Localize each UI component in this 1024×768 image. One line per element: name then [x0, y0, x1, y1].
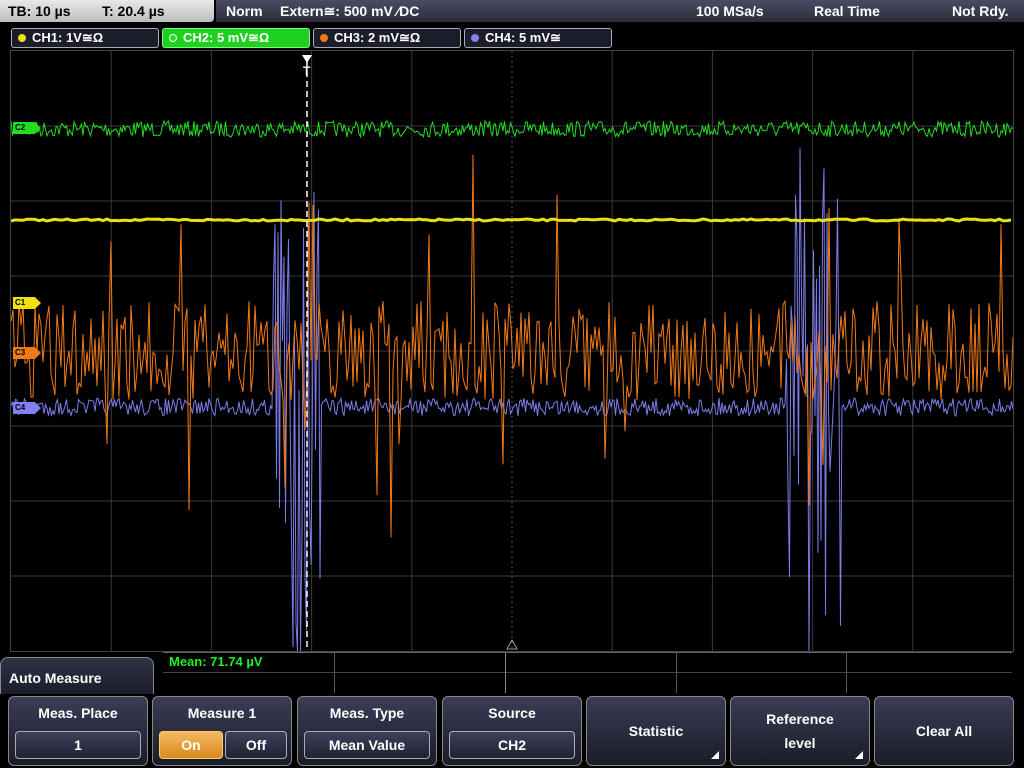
- submenu-arrow-icon: [855, 751, 863, 759]
- measurement-row: [163, 653, 1012, 673]
- ch4-color-dot: [471, 34, 479, 42]
- ch1-trace: [11, 217, 1012, 223]
- mean-readout: Mean: 71.74 µV: [169, 654, 263, 669]
- channel-tab-ch4[interactable]: CH4: 5 mV≅: [464, 28, 612, 48]
- ch3-label: CH3: 2 mV≅Ω: [334, 30, 421, 45]
- acquisition-mode: Real Time: [814, 3, 880, 19]
- divider: [846, 653, 847, 693]
- measurement-table: Mean: 71.74 µV: [163, 652, 1012, 693]
- measure1-off-option[interactable]: Off: [225, 731, 287, 759]
- run-state: Not Rdy.: [952, 3, 1009, 19]
- clear-all-label: Clear All: [915, 723, 973, 739]
- source-value: CH2: [449, 731, 575, 759]
- meas-place-value: 1: [15, 731, 141, 759]
- sample-rate: 100 MSa/s: [696, 3, 764, 19]
- acquisition-status[interactable]: Norm Extern≅: 500 mV ⁄DC 100 MSa/s Real …: [216, 0, 1024, 22]
- trigger-time: T: 20.4 µs: [102, 3, 165, 19]
- menu-title: Auto Measure: [9, 670, 102, 686]
- meas-type-value: Mean Value: [304, 731, 430, 759]
- source-button[interactable]: Source CH2: [442, 696, 582, 766]
- trigger-label: T: [303, 64, 311, 78]
- meas-place-button[interactable]: Meas. Place 1: [8, 696, 148, 766]
- statistic-button[interactable]: Statistic: [586, 696, 726, 766]
- measure1-toggle[interactable]: Measure 1 On Off: [152, 696, 292, 766]
- ch4-label: CH4: 5 mV≅: [485, 30, 561, 45]
- ch3-color-dot: [320, 34, 328, 42]
- measure1-on-option[interactable]: On: [159, 731, 223, 759]
- timebase: TB: 10 µs: [8, 3, 71, 19]
- divider: [505, 653, 506, 693]
- menu-title-tab: Auto Measure: [0, 657, 154, 694]
- timebase-box[interactable]: TB: 10 µs T: 20.4 µs: [0, 0, 214, 22]
- ch2-trace: [11, 119, 1013, 139]
- channel-tab-ch3[interactable]: CH3: 2 mV≅Ω: [313, 28, 461, 48]
- waveform-display[interactable]: T C2 C1 C3 C4: [10, 50, 1014, 652]
- statistic-label: Statistic: [628, 723, 684, 739]
- source-title: Source: [488, 705, 536, 721]
- submenu-arrow-icon: [711, 751, 719, 759]
- waveform-grid: T: [11, 51, 1013, 651]
- meas-type-button[interactable]: Meas. Type Mean Value: [297, 696, 437, 766]
- meas-place-title: Meas. Place: [38, 705, 118, 721]
- ch2-label: CH2: 5 mV≅Ω: [183, 30, 270, 45]
- softkey-menu: Meas. Place 1 Measure 1 On Off Meas. Typ…: [0, 694, 1024, 768]
- trigger-mode: Norm: [226, 3, 263, 19]
- clear-all-button[interactable]: Clear All: [874, 696, 1014, 766]
- trigger-position-marker-icon[interactable]: [302, 55, 312, 63]
- reference-level-label: Reference level: [766, 711, 834, 751]
- ch1-label: CH1: 1V≅Ω: [32, 30, 104, 45]
- measure1-title: Measure 1: [187, 705, 257, 721]
- divider: [676, 653, 677, 693]
- ch2-color-dot: [169, 34, 177, 42]
- channel-tab-ch1[interactable]: CH1: 1V≅Ω: [11, 28, 159, 48]
- channel-tab-ch2[interactable]: CH2: 5 mV≅Ω: [162, 28, 310, 48]
- ch1-color-dot: [18, 34, 26, 42]
- trigger-source: Extern≅: 500 mV ⁄DC: [280, 3, 420, 19]
- divider: [334, 653, 335, 693]
- status-bar: TB: 10 µs T: 20.4 µs Norm Extern≅: 500 m…: [0, 0, 1024, 24]
- reference-level-button[interactable]: Reference level: [730, 696, 870, 766]
- meas-type-title: Meas. Type: [329, 705, 405, 721]
